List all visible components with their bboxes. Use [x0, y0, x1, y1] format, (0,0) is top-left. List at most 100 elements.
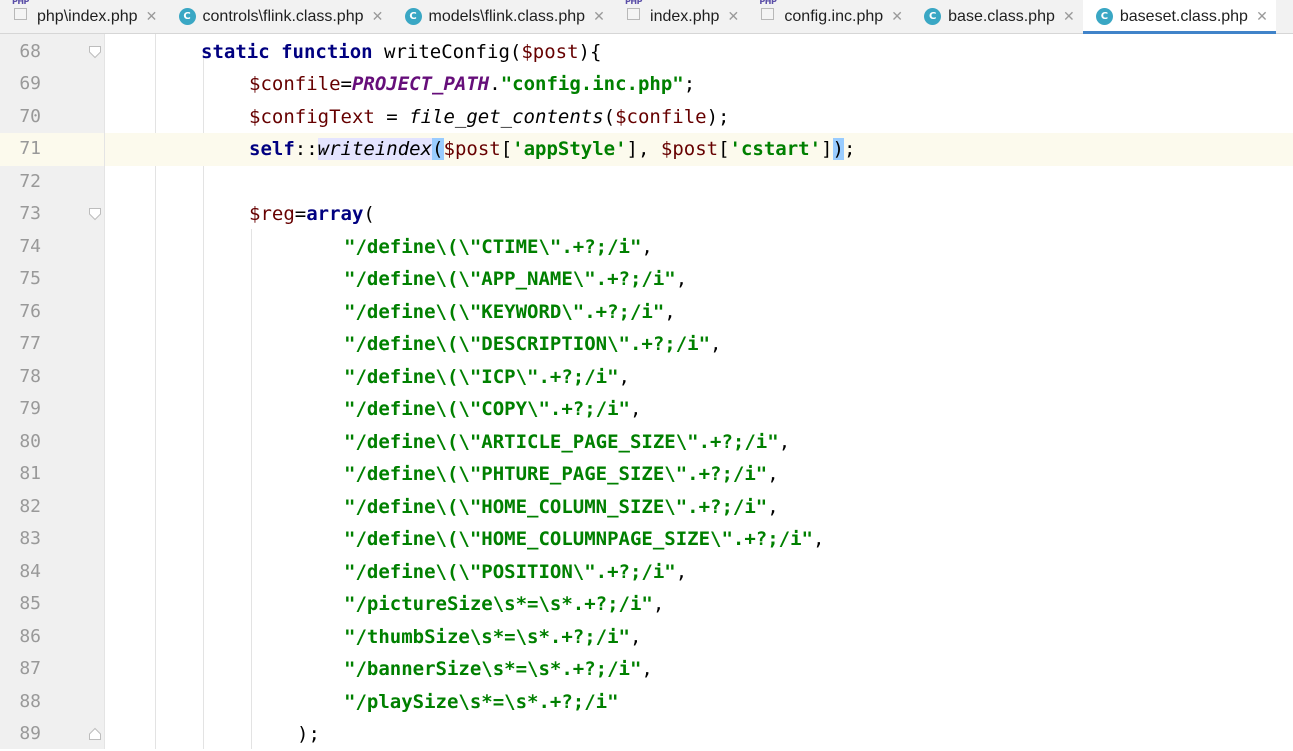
tab-controls-flink-class-php[interactable]: Ccontrols\flink.class.php ✕ — [166, 0, 392, 33]
php-file-page-shape — [14, 7, 27, 20]
gutter-line: 85 — [0, 588, 104, 621]
line-number: 71 — [19, 138, 41, 159]
code-text: static function writeConfig($post){ — [201, 40, 602, 63]
line-number: 69 — [19, 73, 41, 94]
line-number: 82 — [19, 495, 41, 517]
editor-tab-bar: PHP php\index.php ✕ Ccontrols\flink.class.p… — [0, 0, 1293, 34]
code-line[interactable]: "/define\(\"HOME_COLUMNPAGE_SIZE\".+?;/i… — [105, 523, 1293, 556]
code-line[interactable]: "/define\(\"APP_NAME\".+?;/i", — [105, 263, 1293, 296]
line-number: 80 — [19, 430, 41, 452]
gutter-line: 86 — [0, 621, 104, 654]
code-line[interactable]: "/pictureSize\s*=\s*.+?;/i", — [105, 588, 1293, 621]
php-file-page-shape — [627, 7, 641, 20]
close-icon[interactable]: ✕ — [593, 9, 605, 25]
code-text: "/define\(\"KEYWORD\".+?;/i", — [344, 300, 676, 323]
class-badge: C — [1095, 7, 1113, 25]
code-line[interactable]: self::writeindex($post['appStyle'], $pos… — [105, 133, 1293, 166]
line-number: 73 — [19, 203, 41, 224]
class-file-icon: C — [1095, 7, 1115, 27]
gutter-line: 78 — [0, 361, 104, 394]
code-line[interactable]: static function writeConfig($post){ — [105, 36, 1293, 69]
gutter-line: 82 — [0, 491, 104, 524]
class-badge: C — [178, 7, 196, 25]
code-line[interactable]: "/define\(\"KEYWORD\".+?;/i", — [105, 296, 1293, 329]
class-badge: C — [404, 7, 422, 25]
code-line[interactable]: $configText = file_get_contents($confile… — [105, 101, 1293, 134]
line-number: 79 — [19, 398, 41, 419]
line-number: 89 — [19, 723, 41, 744]
gutter-line: 83 — [0, 523, 104, 556]
class-file-icon: C — [404, 7, 424, 27]
code-line[interactable]: "/define\(\"ICP\".+?;/i", — [105, 361, 1293, 394]
tab-config-inc-php[interactable]: PHP config.inc.php ✕ — [747, 0, 911, 33]
line-number: 87 — [19, 658, 41, 679]
code-line[interactable]: $confile=PROJECT_PATH."config.inc.php"; — [105, 68, 1293, 101]
code-line[interactable]: $reg=array( — [105, 198, 1293, 231]
gutter-line: 74 — [0, 231, 104, 264]
tab-label: index.php — [650, 7, 720, 25]
close-icon[interactable]: ✕ — [1256, 9, 1268, 25]
gutter-line: 72 — [0, 166, 104, 199]
fold-open-icon[interactable] — [88, 207, 102, 221]
fold-open-icon[interactable] — [88, 45, 102, 59]
line-number: 85 — [19, 593, 41, 614]
code-text: "/thumbSize\s*=\s*.+?;/i", — [344, 625, 642, 648]
code-line[interactable]: ); — [105, 718, 1293, 751]
tab-index-php[interactable]: PHP index.php ✕ — [613, 0, 747, 33]
code-text: $confile=PROJECT_PATH."config.inc.php"; — [249, 73, 696, 95]
line-number: 86 — [19, 625, 41, 647]
gutter-line: 84 — [0, 556, 104, 589]
line-number: 75 — [19, 268, 41, 289]
gutter-line: 69 — [0, 68, 104, 101]
code-text: $reg=array( — [249, 203, 375, 225]
code-line[interactable]: "/thumbSize\s*=\s*.+?;/i", — [105, 621, 1293, 654]
gutter-line: 80 — [0, 426, 104, 459]
gutter-line: 89 — [0, 718, 104, 751]
tab-php-index-php[interactable]: PHP php\index.php ✕ — [0, 0, 166, 33]
tab-label: baseset.class.php — [1119, 7, 1248, 25]
close-icon[interactable]: ✕ — [146, 9, 158, 25]
code-line[interactable]: "/define\(\"HOME_COLUMN_SIZE\".+?;/i", — [105, 491, 1293, 524]
php-file-icon: PHP — [12, 0, 32, 27]
code-text: "/define\(\"APP_NAME\".+?;/i", — [344, 268, 688, 290]
line-number: 84 — [19, 560, 41, 582]
code-line[interactable]: "/bannerSize\s*=\s*.+?;/i", — [105, 653, 1293, 686]
code-line[interactable]: "/define\(\"PHTURE_PAGE_SIZE\".+?;/i", — [105, 458, 1293, 491]
tab-label: php\index.php — [37, 7, 138, 25]
class-file-icon: C — [178, 7, 198, 27]
code-editor[interactable]: static function writeConfig($post){ $conf… — [105, 34, 1293, 749]
tab-label: models\flink.class.php — [428, 7, 586, 25]
code-text: "/define\(\"CTIME\".+?;/i", — [344, 235, 653, 258]
code-line[interactable]: "/playSize\s*=\s*.+?;/i" — [105, 686, 1293, 719]
gutter-line: 87 — [0, 653, 104, 686]
code-line[interactable]: "/define\(\"CTIME\".+?;/i", — [105, 231, 1293, 264]
close-icon[interactable]: ✕ — [372, 9, 384, 25]
close-icon[interactable]: ✕ — [891, 9, 903, 25]
code-text: "/define\(\"PHTURE_PAGE_SIZE\".+?;/i", — [344, 463, 779, 485]
line-number: 76 — [19, 300, 41, 322]
tab-base-class-php[interactable]: Cbase.class.php ✕ — [911, 0, 1083, 33]
tab-baseset-class-php[interactable]: Cbaseset.class.php ✕ — [1082, 0, 1277, 34]
php-file-icon: PHP — [759, 0, 779, 27]
php-file-page-shape — [761, 7, 775, 20]
code-line[interactable]: "/define\(\"POSITION\".+?;/i", — [105, 556, 1293, 589]
code-text: "/bannerSize\s*=\s*.+?;/i", — [344, 658, 653, 680]
gutter-line: 73 — [0, 198, 104, 231]
code-text: "/pictureSize\s*=\s*.+?;/i", — [344, 593, 665, 615]
fold-close-icon[interactable] — [88, 727, 102, 741]
close-icon[interactable]: ✕ — [727, 9, 740, 25]
code-text: "/define\(\"ICP\".+?;/i", — [344, 365, 630, 388]
line-number: 88 — [19, 690, 41, 712]
code-line[interactable]: "/define\(\"ARTICLE_PAGE_SIZE\".+?;/i", — [105, 426, 1293, 459]
line-number: 81 — [19, 463, 41, 484]
code-line[interactable]: "/define\(\"DESCRIPTION\".+?;/i", — [105, 328, 1293, 361]
code-line[interactable]: "/define\(\"COPY\".+?;/i", — [105, 393, 1293, 426]
code-line[interactable] — [105, 166, 1293, 199]
line-number: 72 — [19, 170, 41, 192]
gutter-line: 70 — [0, 101, 104, 134]
code-text: "/define\(\"HOME_COLUMN_SIZE\".+?;/i", — [344, 495, 779, 518]
tab-models-flink-class-php[interactable]: Cmodels\flink.class.php ✕ — [392, 0, 614, 33]
close-icon[interactable]: ✕ — [1063, 9, 1075, 25]
gutter-line: 76 — [0, 296, 104, 329]
code-text: "/define\(\"COPY\".+?;/i", — [344, 398, 642, 420]
